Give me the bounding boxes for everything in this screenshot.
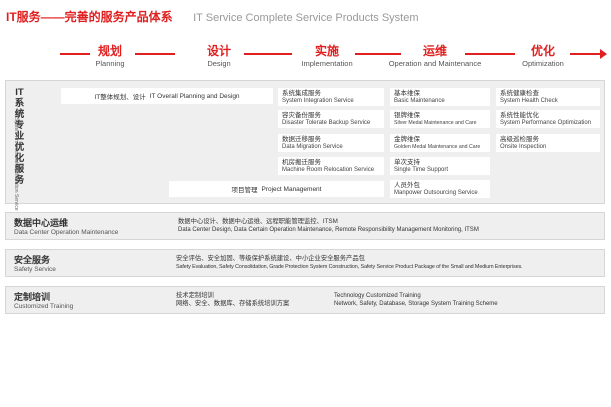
training-label: 定制培训 Customized Training: [14, 292, 73, 311]
phase-cn: 设计: [206, 44, 231, 58]
service-cn: 容灾备份服务: [282, 112, 321, 119]
service-en: Golden Medal Maintenance and Care: [394, 144, 481, 150]
training-text-en-2: Network, Safety, Database, Storage Syste…: [334, 301, 498, 307]
datacenter-text-en: Data Center Design, Data Certain Operati…: [178, 227, 479, 233]
service-cn: 人员外包: [394, 182, 420, 189]
service-en: System Performance Optimization: [500, 120, 592, 126]
service-en: Disaster Tolerate Backup Service: [282, 120, 371, 126]
datacenter-label-cn: 数据中心运维: [14, 218, 69, 228]
training-text-en-1: Technology Customized Training: [334, 293, 421, 299]
phase-planning: 规划 Planning: [55, 44, 165, 69]
service-en: Data Migration Service: [282, 144, 343, 150]
phase-cn: 实施: [314, 44, 339, 58]
phase-header: 规划 Planning 设计 Design 实施 Implementation …: [60, 44, 608, 72]
phase-connector: [570, 53, 600, 55]
service-cn: 高级巡检服务: [500, 136, 539, 143]
title-cn: IT服务——完善的服务产品体系: [6, 10, 173, 24]
operation-box: 基本维保 Basic Maintenance: [390, 88, 490, 106]
service-cn: 系统集成服务: [282, 90, 321, 97]
service-en: Basic Maintenance: [394, 98, 445, 104]
service-cn: 系统性能优化: [500, 112, 539, 119]
planning-design-cn: IT整体规划、设计: [94, 94, 146, 101]
training-text-cn-1: 技术定制培训: [176, 292, 214, 299]
phase-en: Optimization: [522, 59, 564, 68]
title-en: IT Service Complete Service Products Sys…: [193, 12, 419, 24]
training-text-cn-2: 网络、安全、数据库、存储系统培训方案: [176, 300, 290, 307]
operation-box: 单次支持 Single Time Support: [390, 157, 490, 175]
phase-cn: 优化: [530, 44, 555, 58]
operation-box: 银牌维保 Silver Medal Maintenance and Care: [390, 110, 490, 128]
operation-box: 人员外包 Manpower Outsourcing Service: [390, 180, 490, 198]
optimization-box: 高级巡检服务 Onsite Inspection: [496, 134, 600, 152]
training-label-cn: 定制培训: [14, 292, 51, 302]
implementation-box: 容灾备份服务 Disaster Tolerate Backup Service: [278, 110, 384, 128]
datacenter-label-en: Data Center Operation Maintenance: [14, 229, 119, 236]
security-label: 安全服务 Safety Service: [14, 255, 56, 274]
service-en: Silver Medal Maintenance and Care: [394, 120, 477, 126]
professional-label: IT系统专业优化服务 IT System Professional Optimi…: [13, 87, 38, 211]
security-panel: 安全服务 Safety Service 安全评估、安全加固、等级保护系统建设、中…: [5, 249, 605, 277]
professional-label-en: IT System Professional Optimization Serv…: [13, 112, 19, 211]
phase-cn: 运维: [422, 44, 447, 58]
phase-en: Operation and Maintenance: [388, 59, 482, 68]
service-cn: 银牌维保: [394, 112, 420, 119]
training-panel: 定制培训 Customized Training 技术定制培训 网络、安全、数据…: [5, 286, 605, 314]
phase-operation: 运维 Operation and Maintenance: [380, 44, 490, 69]
security-label-cn: 安全服务: [14, 255, 51, 265]
security-text-cn: 安全评估、安全加固、等级保护系统建设、中小企业安全服务产品包: [176, 255, 365, 262]
project-management-box: 项目管理 Project Management: [169, 181, 384, 197]
implementation-box: 数据迁移服务 Data Migration Service: [278, 134, 384, 152]
professional-panel: IT系统专业优化服务 IT System Professional Optimi…: [5, 80, 605, 211]
phase-en: Implementation: [301, 59, 353, 68]
implementation-box: 机房搬迁服务 Machine Room Relocation Service: [278, 157, 384, 175]
arrow-right-icon: [600, 49, 607, 59]
security-label-en: Safety Service: [14, 266, 56, 273]
planning-design-en: IT Overall Planning and Design: [149, 92, 240, 100]
service-en: Machine Room Relocation Service: [282, 167, 375, 173]
service-cn: 机房搬迁服务: [282, 159, 321, 166]
security-text-en: Safety Evaluation, Safety Consolidation,…: [176, 264, 523, 270]
service-cn: 数据迁移服务: [282, 136, 321, 143]
optimization-box: 系统性能优化 System Performance Optimization: [496, 110, 600, 128]
service-en: Manpower Outsourcing Service: [394, 190, 478, 196]
phase-en: Design: [207, 59, 231, 68]
planning-design-box: IT整体规划、设计 IT Overall Planning and Design: [61, 88, 273, 104]
training-label-en: Customized Training: [14, 303, 74, 310]
implementation-box: 系统集成服务 System Integration Service: [278, 88, 384, 106]
phase-optimization: 优化 Optimization: [488, 44, 598, 69]
service-en: System Integration Service: [282, 98, 354, 104]
phase-cn: 规划: [97, 44, 122, 58]
service-en: Onsite Inspection: [500, 144, 547, 150]
datacenter-text-cn: 数据中心设计、数据中心运维、远程职能管理监控、ITSM: [178, 218, 338, 225]
phase-en: Planning: [95, 59, 125, 68]
phase-implementation: 实施 Implementation: [272, 44, 382, 69]
datacenter-label: 数据中心运维 Data Center Operation Maintenance: [14, 218, 118, 237]
service-en: Single Time Support: [394, 167, 449, 173]
page-title: IT服务——完善的服务产品体系 IT Service Complete Serv…: [6, 8, 419, 26]
service-cn: 金牌维保: [394, 136, 420, 143]
phase-design: 设计 Design: [164, 44, 274, 69]
optimization-box: 系统健康检查 System Health Check: [496, 88, 600, 106]
project-management-cn: 项目管理: [231, 187, 258, 194]
operation-box: 金牌维保 Golden Medal Maintenance and Care: [390, 134, 490, 152]
datacenter-panel: 数据中心运维 Data Center Operation Maintenance…: [5, 212, 605, 240]
service-en: System Health Check: [500, 98, 558, 104]
service-cn: 单次支持: [394, 159, 420, 166]
service-cn: 系统健康检查: [500, 90, 539, 97]
service-cn: 基本维保: [394, 90, 420, 97]
project-management-en: Project Management: [261, 185, 322, 193]
